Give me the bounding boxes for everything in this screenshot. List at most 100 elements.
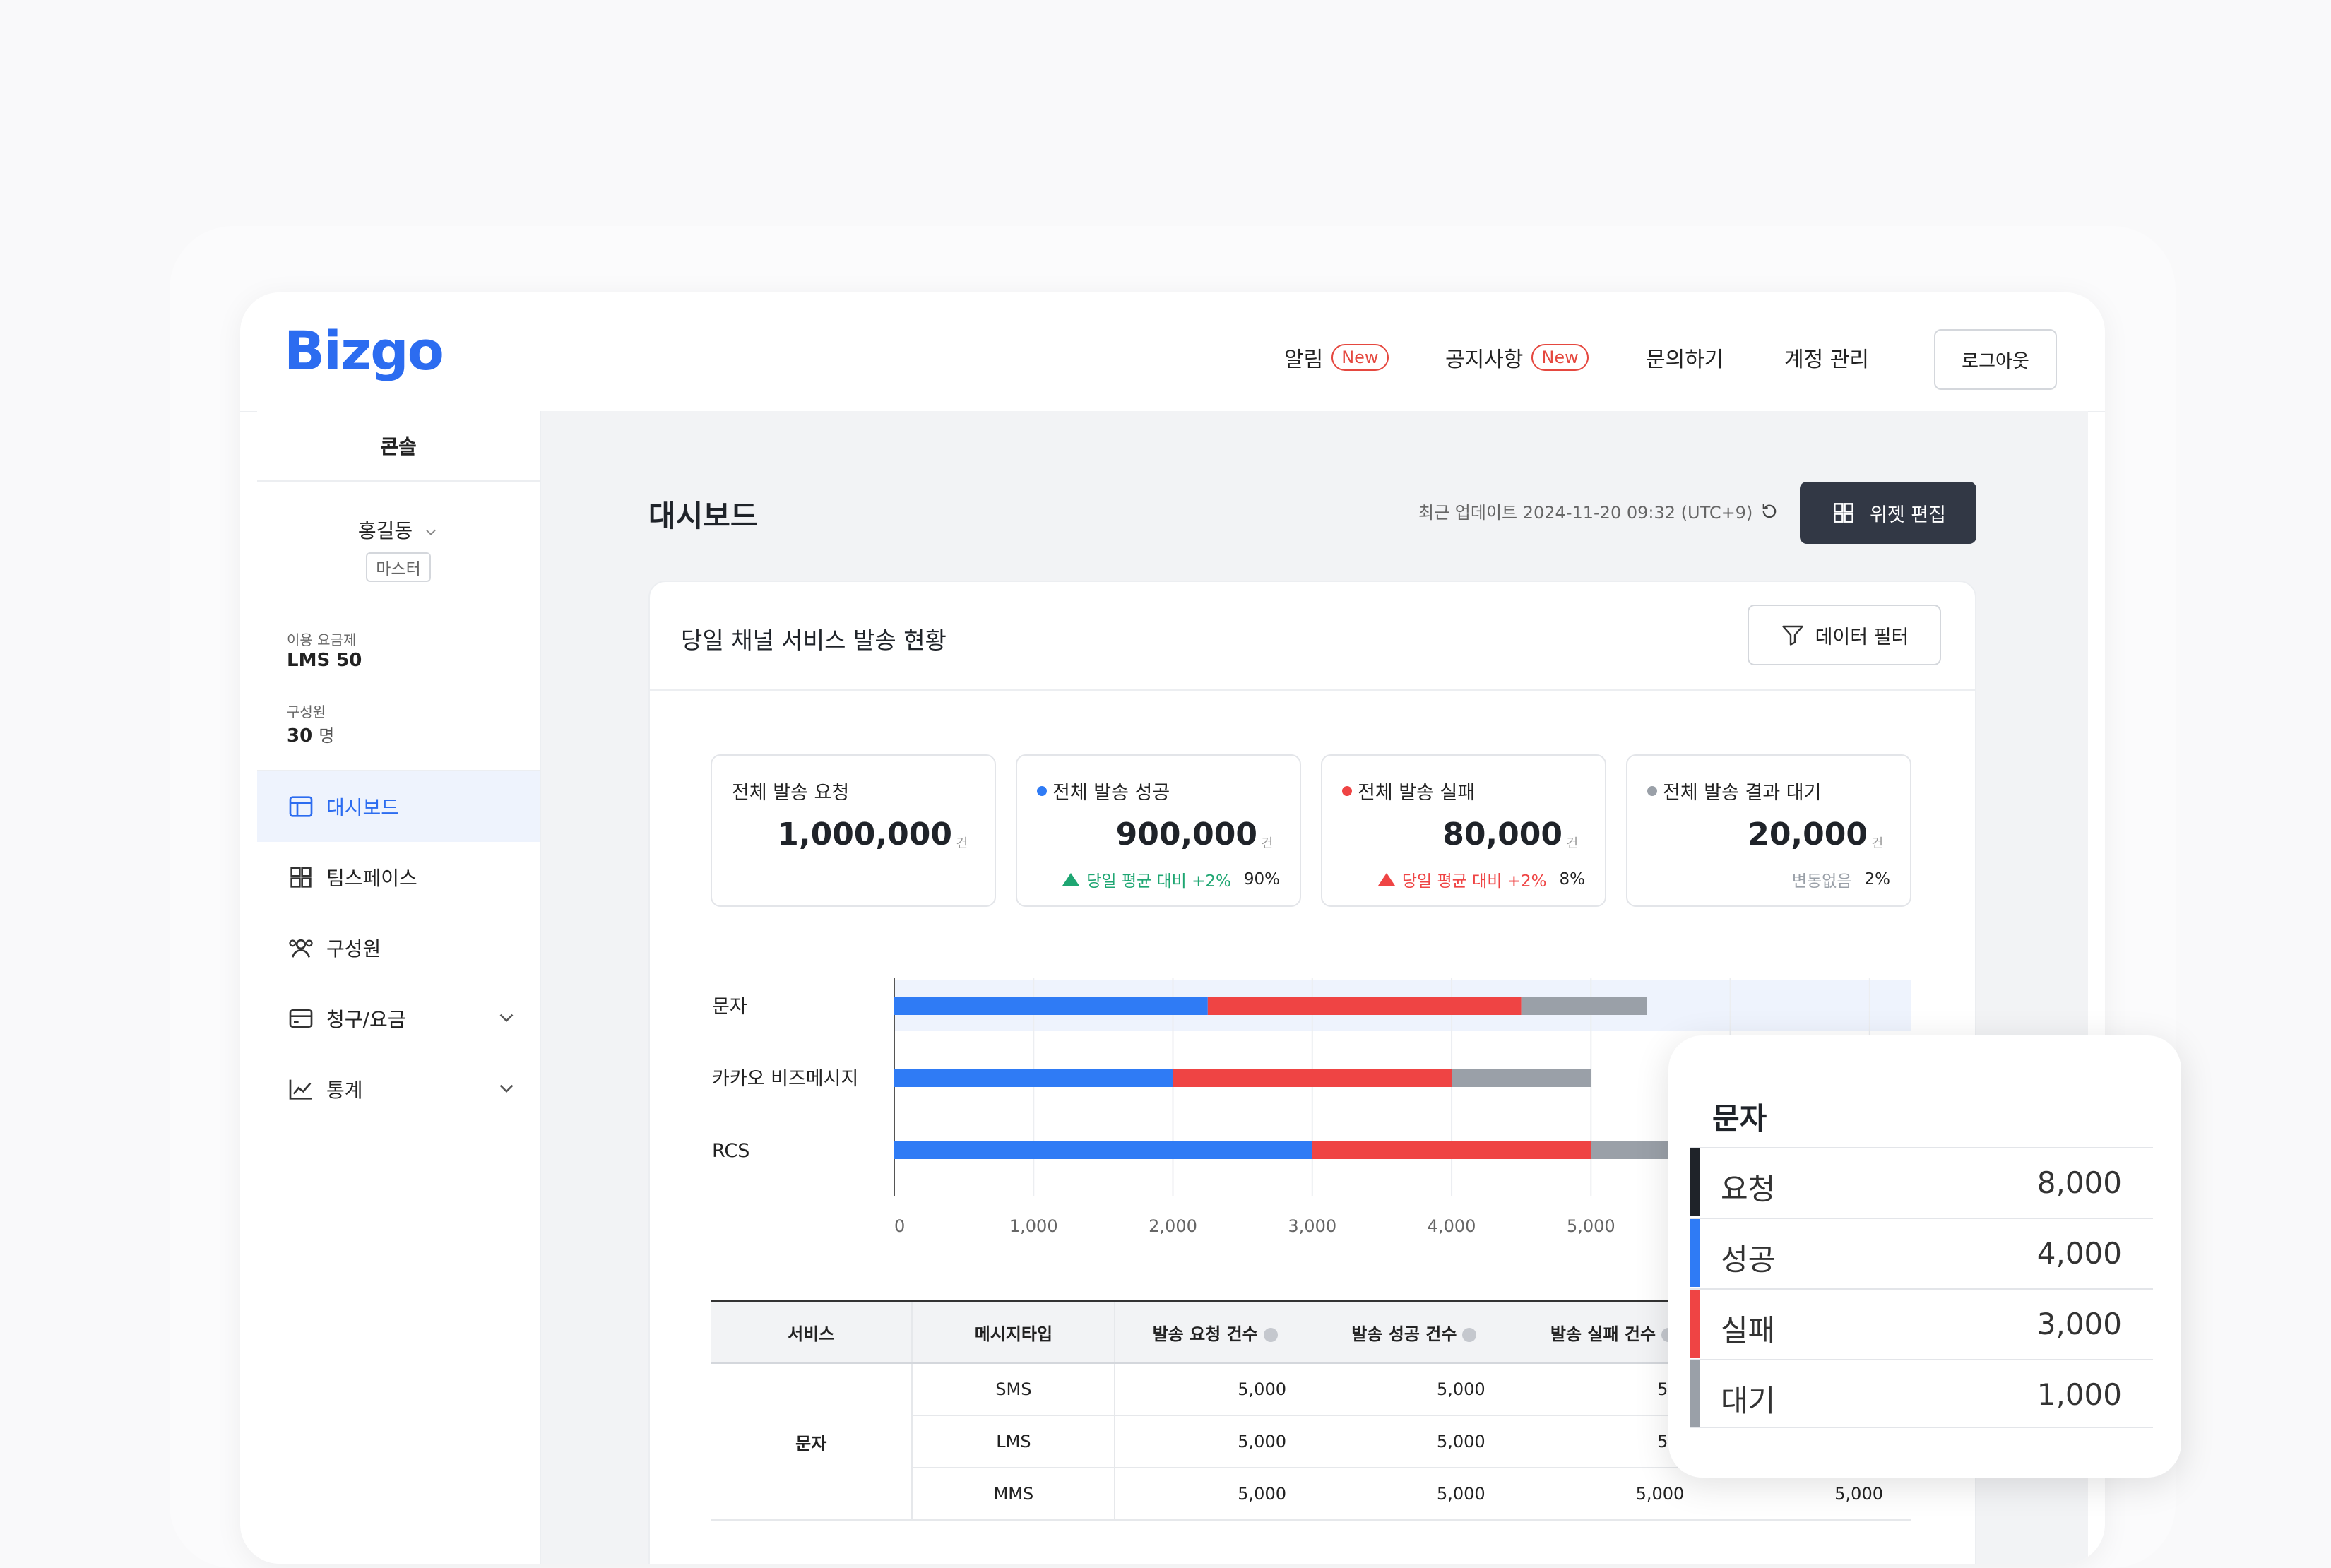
tooltip-row-value: 8,000 <box>2036 1165 2122 1200</box>
series-color-swatch <box>1690 1148 1700 1216</box>
kpi-value: 80,000 <box>1442 816 1562 853</box>
new-badge: New <box>1331 344 1389 371</box>
kpi-label-text: 전체 발송 결과 대기 <box>1663 782 1822 804</box>
sidebar-item-label: 통계 <box>326 1079 363 1102</box>
plan-value: LMS 50 <box>287 650 362 671</box>
chevron-down-icon[interactable] <box>494 1006 518 1030</box>
bar-segment <box>894 1141 1312 1159</box>
nav-notifications[interactable]: 알림 New <box>1284 342 1389 373</box>
user-menu[interactable]: 홍길동 <box>257 516 540 544</box>
kpi-unit: 건 <box>956 836 968 851</box>
bar-segment <box>1207 997 1522 1015</box>
plan-label: 이용 요금제 <box>287 631 357 648</box>
success-cell: 5,000 <box>1315 1468 1514 1521</box>
category-label: 문자 <box>712 996 747 1018</box>
kpi-trend: 당일 평균 대비 +2% 8% <box>1377 867 1585 891</box>
grid-icon <box>290 867 312 888</box>
kpi-value: 20,000 <box>1748 816 1868 853</box>
x-tick-label: 0 <box>894 1216 905 1236</box>
users-icon <box>289 939 313 958</box>
category-label: 카카오 비즈메시지 <box>712 1068 858 1090</box>
filter-label: 데이터 필터 <box>1815 626 1909 648</box>
sidebar-item-dashboard[interactable]: 대시보드 <box>257 771 540 842</box>
col-message-type: 메시지타입 <box>912 1300 1116 1364</box>
logout-button[interactable]: 로그아웃 <box>1934 329 2057 390</box>
tooltip-row-label: 요청 <box>1721 1172 1776 1206</box>
bar-segment <box>1312 1141 1591 1159</box>
chart-line-icon <box>289 1079 312 1100</box>
x-tick-label: 2,000 <box>1149 1216 1197 1236</box>
x-tick-label: 4,000 <box>1428 1216 1476 1236</box>
tooltip-row-request: 요청 8,000 <box>1690 1147 2153 1216</box>
tooltip-row-failure: 실패 3,000 <box>1690 1288 2153 1358</box>
tooltip-row-value: 3,000 <box>2036 1307 2122 1341</box>
bar-segment <box>1591 1141 1675 1159</box>
kpi-unit: 건 <box>1261 836 1273 851</box>
bar-segment <box>1521 997 1647 1015</box>
nav-label: 문의하기 <box>1646 348 1724 372</box>
data-filter-button[interactable]: 데이터 필터 <box>1748 605 1941 665</box>
col-label: 발송 요청 건수 <box>1152 1324 1258 1344</box>
sidebar-item-billing[interactable]: 청구/요금 <box>257 983 540 1054</box>
kpi-unit: 건 <box>1871 836 1883 851</box>
status-dot <box>1037 785 1047 796</box>
nav-inquiry[interactable]: 문의하기 <box>1646 342 1724 373</box>
sidebar-item-label: 구성원 <box>326 937 381 961</box>
widget-edit-button[interactable]: 위젯 편집 <box>1800 482 1976 544</box>
kpi-trend: 당일 평균 대비 +2% 90% <box>1062 867 1280 891</box>
sidebar-item-members[interactable]: 구성원 <box>257 913 540 983</box>
role-badge: 마스터 <box>366 552 431 582</box>
members-count: 30 <box>287 725 313 747</box>
chevron-down-icon[interactable] <box>494 1076 518 1100</box>
x-tick-label: 3,000 <box>1288 1216 1336 1236</box>
tooltip-row-pending: 대기 1,000 <box>1690 1359 2153 1428</box>
tooltip-row-success: 성공 4,000 <box>1690 1218 2153 1287</box>
kpi-card-total-pending: 전체 발송 결과 대기 20,000 건 변동없음 2% <box>1626 754 1911 907</box>
trend-up-icon <box>1377 873 1395 886</box>
sidebar-item-label: 대시보드 <box>326 796 400 819</box>
info-icon[interactable] <box>1263 1327 1278 1342</box>
sidebar-item-teamspace[interactable]: 팀스페이스 <box>257 842 540 913</box>
kpi-value: 1,000,000 <box>777 816 952 853</box>
trend-text: 당일 평균 대비 +2% <box>1086 872 1231 891</box>
col-success-count: 발송 성공 건수 <box>1315 1300 1514 1364</box>
tooltip-row-label: 성공 <box>1721 1242 1776 1277</box>
chart-tooltip-card: 문자 요청 8,000 성공 4,000 실패 3,000 대기 1,000 <box>1668 1035 2181 1478</box>
nav-account[interactable]: 계정 관리 <box>1784 342 1869 373</box>
members-unit: 명 <box>319 726 335 746</box>
success-cell: 5,000 <box>1315 1363 1514 1416</box>
service-cell: 문자 <box>711 1363 913 1521</box>
filter-icon <box>1781 625 1803 646</box>
sidebar-item-label: 팀스페이스 <box>326 867 417 890</box>
col-label: 발송 실패 건수 <box>1550 1324 1656 1344</box>
panel-title: 당일 채널 서비스 발송 현황 <box>681 626 947 654</box>
widget-edit-label: 위젯 편집 <box>1870 504 1946 526</box>
logo[interactable]: Bizgo <box>284 319 444 382</box>
bar-segment <box>894 1069 1173 1087</box>
nav-label: 알림 <box>1284 348 1324 372</box>
refresh-icon[interactable] <box>1760 501 1779 521</box>
panel-divider <box>650 689 1975 691</box>
request-cell: 5,000 <box>1115 1415 1315 1468</box>
success-cell: 5,000 <box>1315 1415 1514 1468</box>
update-text: 최근 업데이트 2024-11-20 09:32 (UTC+9) <box>1418 503 1753 523</box>
tooltip-row-label: 대기 <box>1721 1384 1776 1418</box>
info-icon[interactable] <box>1462 1327 1477 1342</box>
top-header: Bizgo 알림 New 공지사항 New 문의하기 계정 관리 로그아웃 <box>240 292 2105 412</box>
kpi-label-text: 전체 발송 요청 <box>732 782 850 804</box>
sidebar-item-statistics[interactable]: 통계 <box>257 1054 540 1124</box>
series-color-swatch <box>1690 1360 1700 1427</box>
tooltip-row-label: 실패 <box>1721 1313 1776 1348</box>
bar-segment <box>1173 1069 1452 1087</box>
kpi-label: 전체 발송 결과 대기 <box>1647 777 1821 804</box>
layout-icon <box>289 796 313 817</box>
kpi-value: 900,000 <box>1115 816 1257 853</box>
nav-label: 공지사항 <box>1445 348 1524 372</box>
nav-notices[interactable]: 공지사항 New <box>1445 342 1589 373</box>
failure-cell: 5,000 <box>1513 1468 1713 1521</box>
kpi-trend: 변동없음 2% <box>1792 867 1890 891</box>
kpi-unit: 건 <box>1566 836 1578 851</box>
col-label: 발송 성공 건수 <box>1351 1324 1457 1344</box>
kpi-card-total-failure: 전체 발송 실패 80,000 건 당일 평균 대비 +2% 8% <box>1321 754 1606 907</box>
page-title: 대시보드 <box>648 499 758 533</box>
